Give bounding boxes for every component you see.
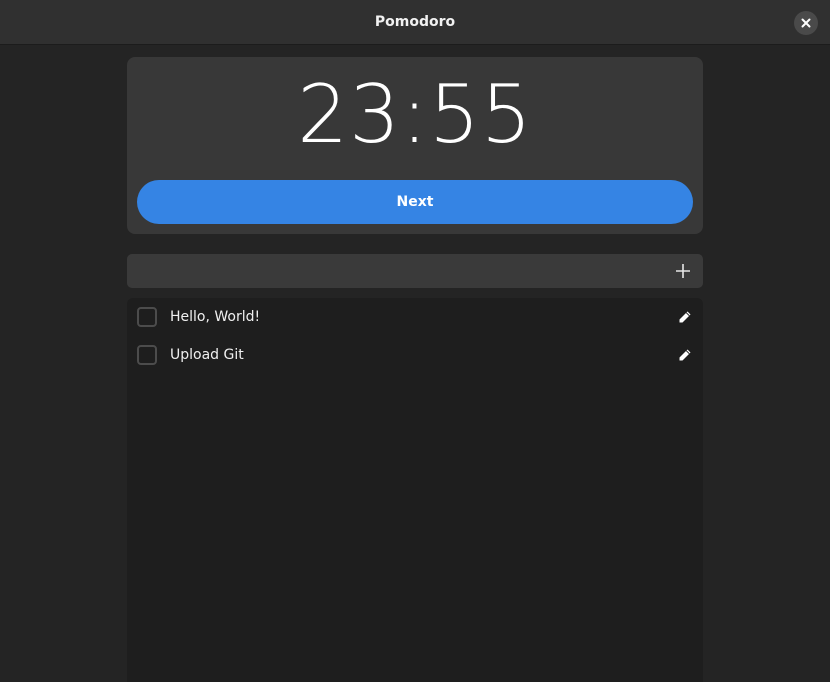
- timer-card: 23:55 Next: [127, 57, 703, 234]
- close-button[interactable]: [794, 11, 818, 35]
- next-button[interactable]: Next: [137, 180, 693, 224]
- add-task-button[interactable]: [671, 259, 695, 283]
- pencil-icon: [679, 311, 691, 323]
- task-list: Hello, World! Upload Git: [127, 298, 703, 682]
- plus-icon: [676, 264, 690, 278]
- task-checkbox[interactable]: [137, 307, 157, 327]
- task-input[interactable]: [127, 254, 657, 288]
- task-entry-bar: [127, 254, 703, 288]
- edit-task-button[interactable]: [677, 347, 693, 363]
- task-row: Hello, World!: [127, 298, 703, 336]
- task-checkbox[interactable]: [137, 345, 157, 365]
- window-title: Pomodoro: [374, 14, 456, 30]
- task-label: Hello, World!: [170, 309, 261, 325]
- pencil-icon: [679, 349, 691, 361]
- task-label: Upload Git: [170, 347, 244, 363]
- close-icon: [801, 18, 811, 28]
- app-window: Pomodoro 23:55 Next Hello, World! Upload…: [0, 0, 830, 682]
- edit-task-button[interactable]: [677, 309, 693, 325]
- task-row: Upload Git: [127, 336, 703, 374]
- timer-display: 23:55: [297, 68, 533, 161]
- headerbar: Pomodoro: [0, 0, 830, 45]
